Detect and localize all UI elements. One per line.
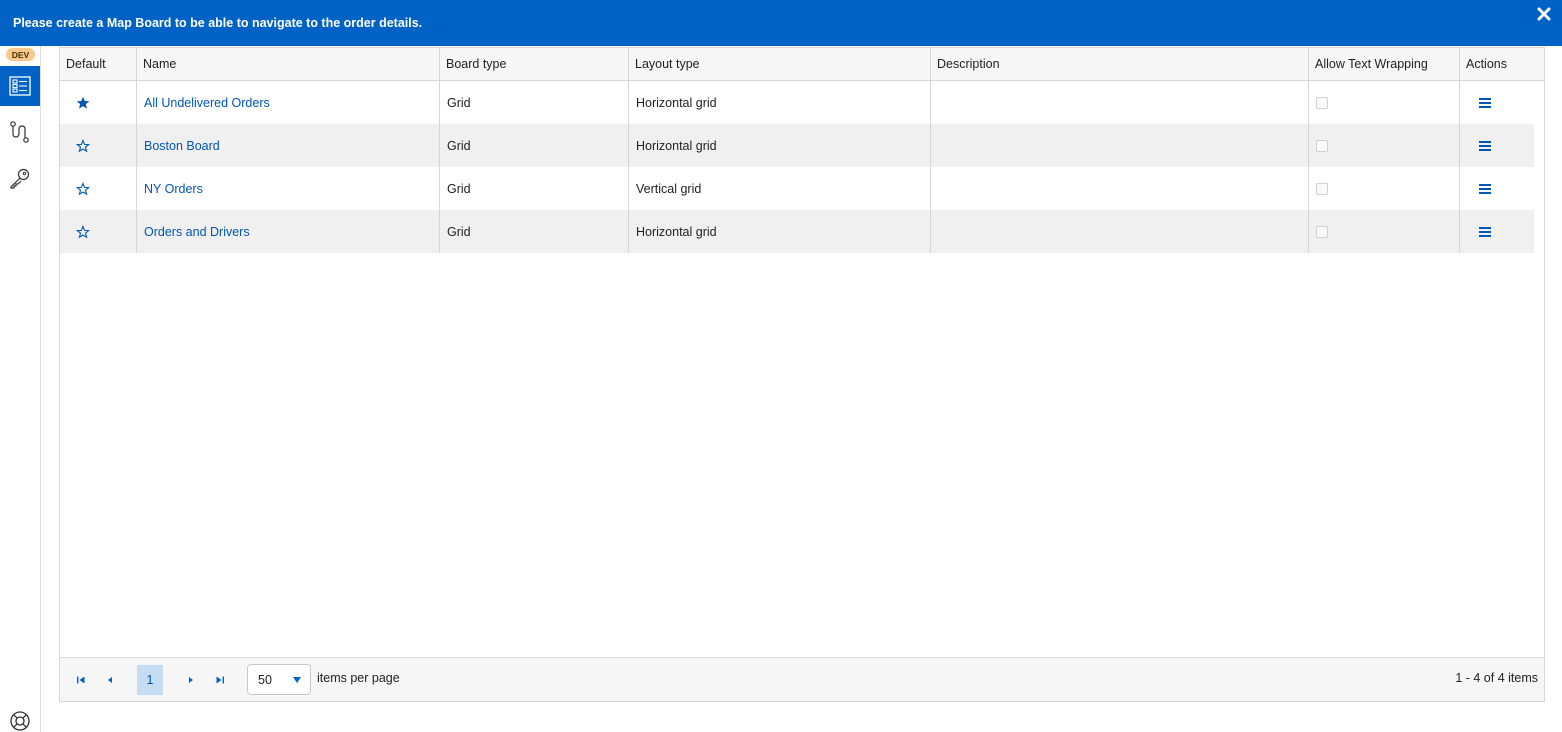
default-cell: [60, 124, 137, 167]
description-cell: [931, 81, 1309, 124]
description-cell: [931, 167, 1309, 210]
table-row[interactable]: Boston Board Grid Horizontal grid: [60, 124, 1534, 167]
column-header-default[interactable]: Default: [60, 48, 137, 80]
table-row[interactable]: All Undelivered Orders Grid Horizontal g…: [60, 81, 1534, 124]
text-wrapping-checkbox[interactable]: [1316, 225, 1328, 238]
actions-cell: [1460, 210, 1534, 253]
default-cell: [60, 210, 137, 253]
chevron-down-icon: [293, 677, 301, 683]
next-page-button[interactable]: [178, 665, 204, 695]
default-cell: [60, 81, 137, 124]
board-name-link[interactable]: Boston Board: [144, 139, 220, 153]
actions-cell: [1460, 81, 1534, 124]
previous-page-button[interactable]: [97, 665, 123, 695]
board-type-cell: Grid: [440, 124, 629, 167]
layout-type-cell: Horizontal grid: [629, 124, 931, 167]
header-scrollbar-spacer: [1534, 48, 1544, 80]
column-header-layout-type[interactable]: Layout type: [629, 48, 931, 80]
pager: 1 50 items per page 1 - 4 of 4 items: [60, 657, 1544, 701]
last-page-icon: [216, 676, 224, 684]
star-filled-icon[interactable]: [76, 96, 90, 110]
column-header-board-type[interactable]: Board type: [440, 48, 629, 80]
key-icon: [10, 168, 30, 189]
hamburger-menu-icon[interactable]: [1479, 226, 1491, 238]
sidebar-item-routes[interactable]: [0, 112, 40, 152]
board-type-cell: Grid: [440, 167, 629, 210]
board-type-cell: Grid: [440, 81, 629, 124]
environment-badge: DEV: [6, 48, 35, 61]
name-cell: NY Orders: [137, 167, 440, 210]
board-type-cell: Grid: [440, 210, 629, 253]
star-outline-icon[interactable]: [76, 181, 90, 196]
actions-cell: [1460, 124, 1534, 167]
text-wrapping-cell: [1309, 81, 1460, 124]
text-wrapping-checkbox[interactable]: [1316, 139, 1328, 152]
first-page-button[interactable]: [68, 665, 94, 695]
actions-cell: [1460, 167, 1534, 210]
column-header-allow-text-wrapping[interactable]: Allow Text Wrapping: [1309, 48, 1460, 80]
banner-message: Please create a Map Board to be able to …: [13, 16, 423, 30]
name-cell: Boston Board: [137, 124, 440, 167]
last-page-button[interactable]: [207, 665, 233, 695]
sidebar: DEV: [0, 46, 41, 732]
name-cell: All Undelivered Orders: [137, 81, 440, 124]
grid-header: Default Name Board type Layout type Desc…: [60, 48, 1544, 81]
text-wrapping-checkbox[interactable]: [1316, 182, 1328, 195]
description-cell: [931, 124, 1309, 167]
page-size-select[interactable]: 50: [247, 664, 311, 695]
close-icon[interactable]: [1536, 6, 1552, 22]
text-wrapping-cell: [1309, 210, 1460, 253]
table-row[interactable]: Orders and Drivers Grid Horizontal grid: [60, 210, 1534, 253]
text-wrapping-cell: [1309, 124, 1460, 167]
hamburger-menu-icon[interactable]: [1479, 183, 1491, 195]
column-header-name[interactable]: Name: [137, 48, 440, 80]
layout-type-cell: Horizontal grid: [629, 210, 931, 253]
column-header-description[interactable]: Description: [931, 48, 1309, 80]
layout-type-cell: Vertical grid: [629, 167, 931, 210]
text-wrapping-checkbox[interactable]: [1316, 96, 1328, 109]
hamburger-menu-icon[interactable]: [1479, 97, 1491, 109]
first-page-icon: [77, 676, 85, 684]
table-row[interactable]: NY Orders Grid Vertical grid: [60, 167, 1534, 210]
description-cell: [931, 210, 1309, 253]
default-cell: [60, 167, 137, 210]
name-cell: Orders and Drivers: [137, 210, 440, 253]
board-name-link[interactable]: Orders and Drivers: [144, 225, 250, 239]
list-board-icon: [9, 76, 31, 96]
board-name-link[interactable]: NY Orders: [144, 182, 203, 196]
next-page-icon: [189, 677, 193, 683]
layout-type-cell: Horizontal grid: [629, 81, 931, 124]
boards-grid: Default Name Board type Layout type Desc…: [59, 47, 1545, 702]
lifebuoy-icon[interactable]: [9, 710, 31, 732]
route-icon: [10, 121, 29, 143]
star-outline-icon[interactable]: [76, 138, 90, 153]
star-outline-icon[interactable]: [76, 224, 90, 239]
items-per-page-label: items per page: [317, 671, 400, 685]
board-name-link[interactable]: All Undelivered Orders: [144, 96, 270, 110]
sidebar-item-boards[interactable]: [0, 66, 40, 106]
pager-info: 1 - 4 of 4 items: [1455, 671, 1538, 685]
page-number-current[interactable]: 1: [137, 665, 163, 695]
hamburger-menu-icon[interactable]: [1479, 140, 1491, 152]
notification-banner: Please create a Map Board to be able to …: [0, 0, 1562, 46]
page-size-value: 50: [258, 672, 272, 687]
text-wrapping-cell: [1309, 167, 1460, 210]
sidebar-item-keys[interactable]: [0, 158, 40, 198]
previous-page-icon: [108, 677, 112, 683]
column-header-actions[interactable]: Actions: [1460, 48, 1536, 80]
